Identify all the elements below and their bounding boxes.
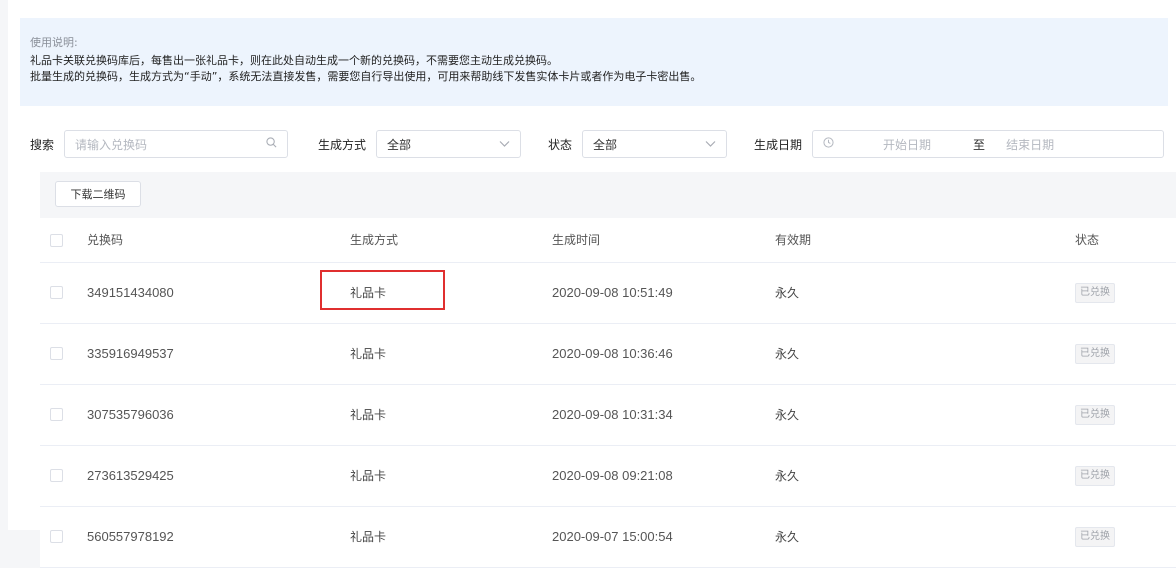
row-code: 273613529425	[87, 445, 350, 507]
table-header-row: 兑换码 生成方式 生成时间 有效期 状态	[40, 218, 1176, 263]
row-checkbox[interactable]	[50, 408, 63, 421]
row-method: 礼品卡	[350, 506, 552, 568]
select-all-cell	[40, 218, 87, 263]
row-time: 2020-09-08 09:21:08	[552, 445, 775, 507]
chevron-down-icon	[499, 138, 510, 151]
search-input[interactable]: 请输入兑换码	[64, 130, 289, 158]
search-icon[interactable]	[266, 137, 277, 151]
row-validity: 永久	[775, 445, 1075, 507]
row-code: 560557978192	[87, 506, 350, 568]
search-label: 搜索	[30, 137, 55, 152]
row-time: 2020-09-08 10:36:46	[552, 323, 775, 385]
status-select[interactable]: 全部	[582, 130, 728, 158]
method-select-value: 全部	[387, 137, 412, 152]
method-label: 生成方式	[318, 137, 367, 152]
notice-line-1: 礼品卡关联兑换码库后，每售出一张礼品卡，则在此处自动生成一个新的兑换码，不需要您…	[30, 54, 558, 67]
status-select-value: 全部	[593, 137, 618, 152]
header-status: 状态	[1075, 218, 1176, 263]
search-placeholder: 请输入兑换码	[75, 137, 148, 152]
notice-title: 使用说明:	[30, 36, 78, 49]
date-end-input[interactable]: 结束日期	[1006, 136, 1096, 153]
notice-line-2: 批量生成的兑换码，生成方式为“手动”，系统无法直接发售，需要您自行导出使用，可用…	[30, 70, 702, 83]
page-frame: 使用说明: 礼品卡关联兑换码库后，每售出一张礼品卡，则在此处自动生成一个新的兑换…	[0, 0, 1176, 568]
row-checkbox[interactable]	[50, 530, 63, 543]
usage-notice: 使用说明: 礼品卡关联兑换码库后，每售出一张礼品卡，则在此处自动生成一个新的兑换…	[20, 18, 1168, 106]
header-time: 生成时间	[552, 218, 775, 263]
header-validity: 有效期	[775, 218, 1075, 263]
redeem-code-table: 兑换码 生成方式 生成时间 有效期 状态 349151434080 礼品卡 20…	[40, 218, 1176, 568]
row-code: 307535796036	[87, 384, 350, 446]
row-method: 礼品卡	[350, 262, 552, 324]
row-code: 349151434080	[87, 262, 350, 324]
status-label: 状态	[548, 137, 573, 152]
date-label: 生成日期	[754, 137, 803, 152]
status-badge: 已兑换	[1075, 343, 1115, 364]
header-method: 生成方式	[350, 218, 552, 263]
status-badge: 已兑换	[1075, 404, 1115, 425]
date-range-picker[interactable]: 开始日期 至 结束日期	[812, 130, 1165, 158]
clock-icon	[823, 137, 834, 151]
status-badge: 已兑换	[1075, 282, 1115, 303]
table-row: 307535796036 礼品卡 2020-09-08 10:31:34 永久 …	[40, 384, 1176, 446]
row-method: 礼品卡	[350, 323, 552, 385]
date-separator: 至	[973, 137, 986, 152]
row-validity: 永久	[775, 262, 1075, 324]
download-qrcode-button[interactable]: 下载二维码	[55, 181, 141, 207]
status-badge: 已兑换	[1075, 465, 1115, 486]
table-row: 560557978192 礼品卡 2020-09-07 15:00:54 永久 …	[40, 506, 1176, 568]
method-select[interactable]: 全部	[376, 130, 522, 158]
row-checkbox[interactable]	[50, 469, 63, 482]
row-method: 礼品卡	[350, 445, 552, 507]
table-row: 349151434080 礼品卡 2020-09-08 10:51:49 永久 …	[40, 262, 1176, 324]
row-method: 礼品卡	[350, 384, 552, 446]
row-code: 335916949537	[87, 323, 350, 385]
row-time: 2020-09-08 10:51:49	[552, 262, 775, 324]
table-row: 335916949537 礼品卡 2020-09-08 10:36:46 永久 …	[40, 323, 1176, 385]
header-code: 兑换码	[87, 218, 350, 263]
select-all-checkbox[interactable]	[50, 233, 63, 247]
date-start-input[interactable]: 开始日期	[862, 136, 952, 153]
table-row: 273613529425 礼品卡 2020-09-08 09:21:08 永久 …	[40, 445, 1176, 507]
filter-bar: 搜索 请输入兑换码 生成方式 全部 状态 全部 生成日期 开始日期 至 结束日期	[30, 130, 1165, 158]
chevron-down-icon	[705, 138, 716, 151]
row-time: 2020-09-07 15:00:54	[552, 506, 775, 568]
row-checkbox[interactable]	[50, 347, 63, 360]
row-validity: 永久	[775, 384, 1075, 446]
row-time: 2020-09-08 10:31:34	[552, 384, 775, 446]
row-validity: 永久	[775, 506, 1075, 568]
row-checkbox[interactable]	[50, 286, 63, 299]
row-validity: 永久	[775, 323, 1075, 385]
